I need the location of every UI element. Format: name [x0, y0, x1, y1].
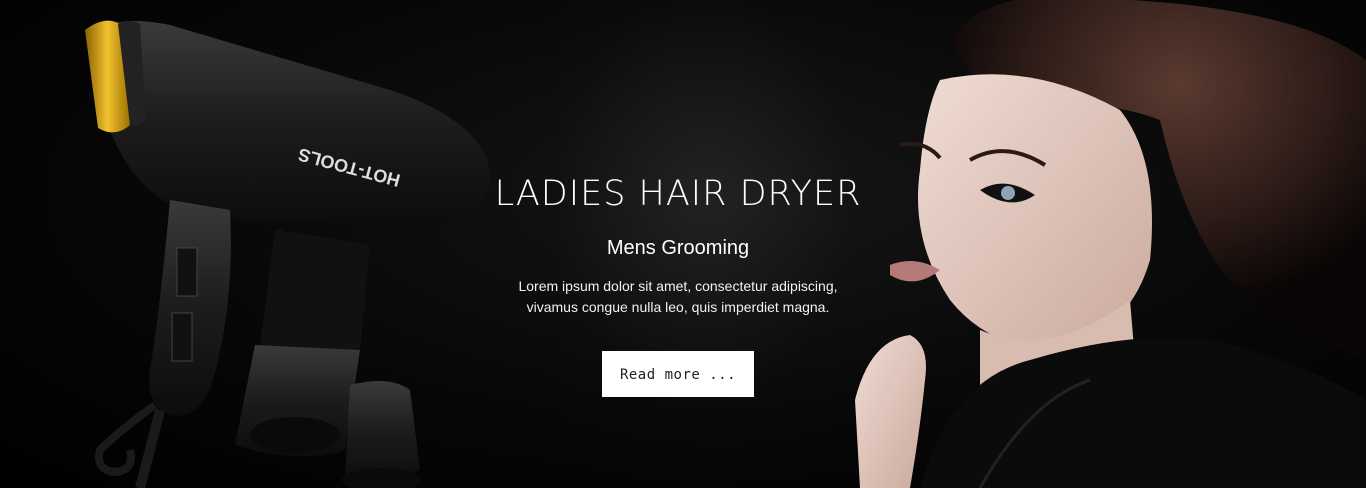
read-more-button[interactable]: Read more ... [602, 351, 754, 397]
slide-subtitle: Mens Grooming [606, 237, 750, 259]
description-line-2: vivamus congue nulla leo, quis imperdiet… [526, 299, 830, 315]
description-line-1: Lorem ipsum dolor sit amet, consectetur … [518, 278, 838, 294]
slide-title: LADIES HAIR DRYER [494, 174, 862, 214]
nozzle-attachment [342, 381, 422, 488]
slide-caption: LADIES HAIR DRYER Mens Grooming Lorem ip… [478, 168, 878, 397]
slide-description: Lorem ipsum dolor sit amet, consectetur … [478, 276, 878, 318]
hair-dryer-image: HOT-TOOLS [85, 20, 491, 488]
model-image [855, 0, 1366, 488]
hero-slide: HOT-TOOLS LADIES HAIR DRYER Mens Groomin… [0, 0, 1366, 488]
